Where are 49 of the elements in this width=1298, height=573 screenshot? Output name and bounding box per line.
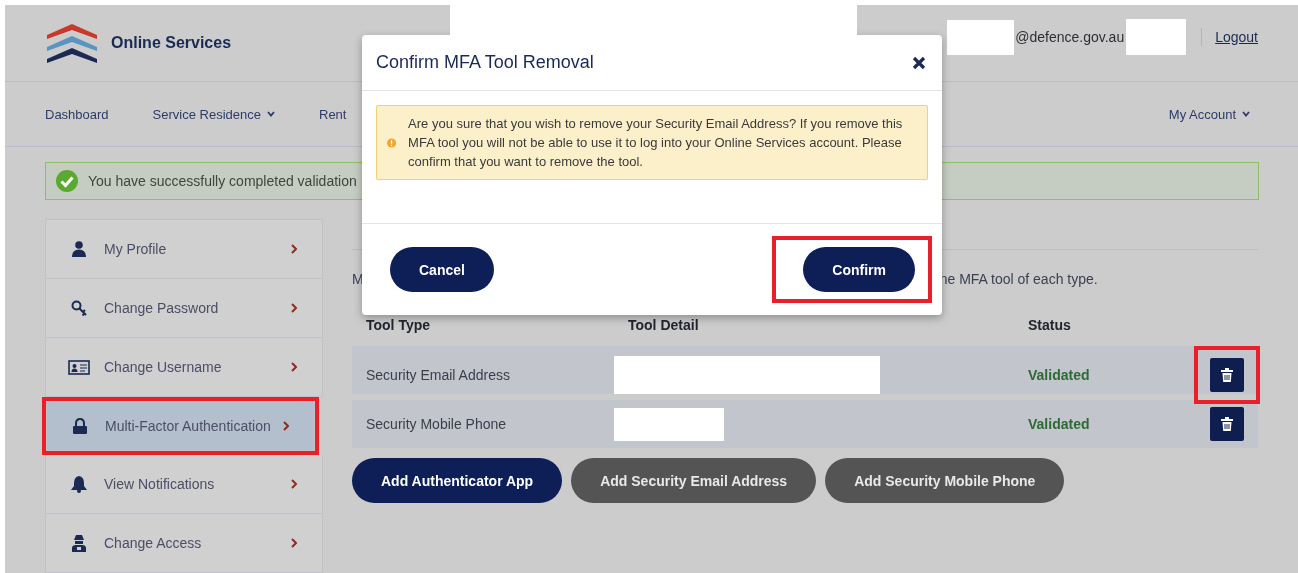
table-cell-text: Security Mobile Phone [366,416,508,432]
nav-dropdown[interactable]: My Account [1168,106,1250,122]
dialog-button[interactable]: Confirm [803,247,915,292]
chevron-icon [291,303,297,313]
logout-link[interactable]: Logout [1215,29,1258,45]
check-icon [56,170,78,192]
chevron-icon [291,538,297,548]
redaction-block [947,19,1015,55]
status-text: Validated [1028,416,1091,432]
column-header: Status [1028,317,1072,333]
agent-icon [72,534,86,552]
id-card-icon [68,359,90,375]
nav-link[interactable]: Rent [319,106,347,122]
add-button[interactable]: Add Authenticator App [352,458,563,503]
nav-link[interactable]: Dashboard [45,106,109,122]
sidebar-item[interactable]: Multi-Factor Authentication [46,401,315,451]
alert-text: You have successfully completed validation [88,173,357,189]
redaction-block [1126,19,1187,55]
key-icon [71,300,87,316]
warning-text: Are you sure that you wish to remove your Security Email Address? If you remove this MFA tool you will not be able to use it to log into your Online Services account. Please confirm that you want to remove the tool. [408,115,904,171]
add-button[interactable]: Add Security Email Address [571,458,817,503]
add-button[interactable]: Add Security Mobile Phone [825,458,1065,503]
sidebar-item[interactable]: Change Password [45,279,323,338]
user-email: @defence.gov.au [1015,29,1125,45]
column-header: Tool Detail [628,317,700,333]
sidebar-item[interactable]: Change Username [45,338,323,397]
column-header: Tool Type [366,317,432,333]
person-icon [72,241,86,257]
chevron-icon [291,479,297,489]
nav-dropdown[interactable]: Service Residence [152,106,275,122]
chevron-icon [291,244,297,254]
logo-icon [45,23,99,63]
modal-title: Confirm MFA Tool Removal [376,52,594,73]
delete-button[interactable] [1210,407,1244,441]
table-cell-text: Security Email Address [366,367,511,383]
lock-icon [73,417,87,434]
chevron-icon [291,362,297,372]
dialog-button[interactable]: Cancel [390,247,494,292]
sidebar-item[interactable]: Change Access [45,514,323,573]
trash-icon [1221,368,1233,382]
bell-icon [71,475,87,493]
sidebar-item[interactable]: View Notifications [45,455,323,514]
brand-name: Online Services [111,34,232,52]
status-text: Validated [1028,367,1091,383]
close-icon [912,55,926,70]
chevron-icon [283,420,289,431]
sidebar-item[interactable]: My Profile [45,219,323,279]
delete-button[interactable] [1210,358,1244,392]
trash-icon [1221,417,1233,431]
